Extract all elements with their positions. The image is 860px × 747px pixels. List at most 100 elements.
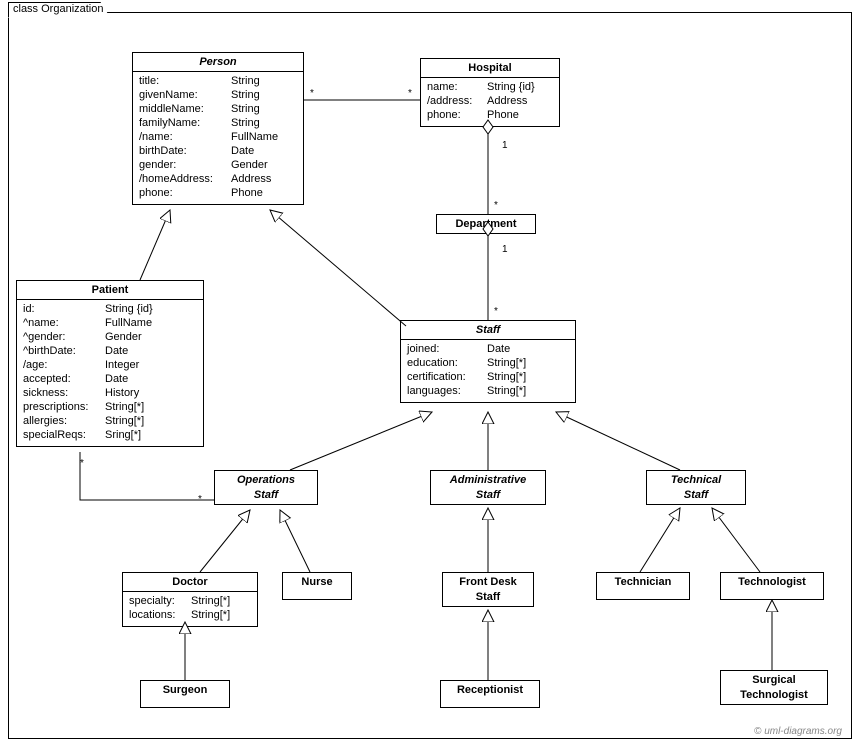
attribute-type: Phone	[487, 108, 519, 122]
class-staff: Staff joined:Dateeducation:String[*]cert…	[400, 320, 576, 403]
attribute-row: /homeAddress:Address	[139, 172, 297, 186]
class-frontdesk-staff: Front Desk Staff	[442, 572, 534, 607]
attribute-type: Date	[105, 344, 128, 358]
attribute-type: String	[231, 88, 260, 102]
attribute-row: accepted:Date	[23, 372, 197, 386]
attribute-type: Date	[105, 372, 128, 386]
attribute-row: id:String {id}	[23, 302, 197, 316]
attribute-type: String[*]	[487, 384, 526, 398]
class-admin-title2: Staff	[431, 489, 545, 504]
mult-hospital-dept-1: 1	[502, 140, 508, 151]
attribute-name: title:	[139, 74, 231, 88]
attribute-name: prescriptions:	[23, 400, 105, 414]
class-ops-title2: Staff	[215, 489, 317, 504]
class-staff-title: Staff	[401, 321, 575, 339]
class-receptionist-title: Receptionist	[441, 681, 539, 699]
attribute-row: title:String	[139, 74, 297, 88]
attribute-name: middleName:	[139, 102, 231, 116]
attribute-name: ^birthDate:	[23, 344, 105, 358]
attribute-name: certification:	[407, 370, 487, 384]
class-fd-title1: Front Desk	[443, 573, 533, 591]
attribute-type: Address	[231, 172, 271, 186]
attribute-name: education:	[407, 356, 487, 370]
class-operations-staff: Operations Staff	[214, 470, 318, 505]
class-technologist: Technologist	[720, 572, 824, 600]
class-ops-title1: Operations	[215, 471, 317, 489]
attribute-name: /homeAddress:	[139, 172, 231, 186]
attribute-name: ^name:	[23, 316, 105, 330]
attribute-type: Date	[487, 342, 510, 356]
attribute-row: languages:String[*]	[407, 384, 569, 398]
frame-title: class Organization	[8, 2, 111, 18]
attribute-type: String {id}	[487, 80, 535, 94]
mult-person-hospital-left: *	[310, 88, 314, 99]
attribute-name: joined:	[407, 342, 487, 356]
mult-dept-staff-1: 1	[502, 244, 508, 255]
attribute-row: joined:Date	[407, 342, 569, 356]
mult-person-hospital-right: *	[408, 88, 412, 99]
attribute-type: String[*]	[487, 356, 526, 370]
attribute-type: History	[105, 386, 139, 400]
class-doctor-title: Doctor	[123, 573, 257, 591]
attribute-row: ^gender:Gender	[23, 330, 197, 344]
attribute-name: sickness:	[23, 386, 105, 400]
attribute-type: String {id}	[105, 302, 153, 316]
attribute-row: gender:Gender	[139, 158, 297, 172]
class-receptionist: Receptionist	[440, 680, 540, 708]
mult-hospital-dept-star: *	[494, 200, 498, 211]
attribute-name: name:	[427, 80, 487, 94]
class-department: Department	[436, 214, 536, 234]
class-nurse: Nurse	[282, 572, 352, 600]
attribute-name: givenName:	[139, 88, 231, 102]
class-st-title2: Technologist	[721, 689, 827, 704]
attribute-row: sickness:History	[23, 386, 197, 400]
class-technical-staff: Technical Staff	[646, 470, 746, 505]
class-surgeon-title: Surgeon	[141, 681, 229, 699]
attribute-type: String[*]	[105, 414, 144, 428]
attribute-row: /name:FullName	[139, 130, 297, 144]
class-department-title: Department	[437, 215, 535, 233]
attribute-type: String	[231, 116, 260, 130]
class-technician-title: Technician	[597, 573, 689, 591]
attribute-type: Gender	[105, 330, 142, 344]
attribute-type: String	[231, 102, 260, 116]
class-surgical-technologist: Surgical Technologist	[720, 670, 828, 705]
attribute-row: birthDate:Date	[139, 144, 297, 158]
class-admin-title1: Administrative	[431, 471, 545, 489]
mult-patient-ops-right: *	[198, 494, 202, 505]
class-hospital: Hospital name:String {id}/address:Addres…	[420, 58, 560, 127]
attribute-name: gender:	[139, 158, 231, 172]
class-nurse-title: Nurse	[283, 573, 351, 591]
class-patient: Patient id:String {id}^name:FullName^gen…	[16, 280, 204, 447]
attribute-row: name:String {id}	[427, 80, 553, 94]
attribute-name: phone:	[427, 108, 487, 122]
attribute-row: certification:String[*]	[407, 370, 569, 384]
attribute-name: /address:	[427, 94, 487, 108]
class-person-title: Person	[133, 53, 303, 71]
class-person: Person title:StringgivenName:Stringmiddl…	[132, 52, 304, 205]
attribute-row: specialty:String[*]	[129, 594, 251, 608]
attribute-name: /name:	[139, 130, 231, 144]
attribute-type: String[*]	[487, 370, 526, 384]
attribute-name: accepted:	[23, 372, 105, 386]
class-technician: Technician	[596, 572, 690, 600]
attribute-name: phone:	[139, 186, 231, 200]
attribute-type: Address	[487, 94, 527, 108]
class-tech-title1: Technical	[647, 471, 745, 489]
attribute-row: givenName:String	[139, 88, 297, 102]
attribute-type: String[*]	[191, 594, 230, 608]
mult-patient-ops-left: *	[80, 458, 84, 469]
attribute-name: familyName:	[139, 116, 231, 130]
attribute-name: locations:	[129, 608, 191, 622]
attribute-row: allergies:String[*]	[23, 414, 197, 428]
attribute-row: specialReqs:Sring[*]	[23, 428, 197, 442]
class-hospital-title: Hospital	[421, 59, 559, 77]
class-administrative-staff: Administrative Staff	[430, 470, 546, 505]
attribute-name: id:	[23, 302, 105, 316]
attribute-row: middleName:String	[139, 102, 297, 116]
attribute-name: allergies:	[23, 414, 105, 428]
attribute-type: Gender	[231, 158, 268, 172]
attribute-row: /age:Integer	[23, 358, 197, 372]
class-technologist-title: Technologist	[721, 573, 823, 591]
attribute-name: ^gender:	[23, 330, 105, 344]
